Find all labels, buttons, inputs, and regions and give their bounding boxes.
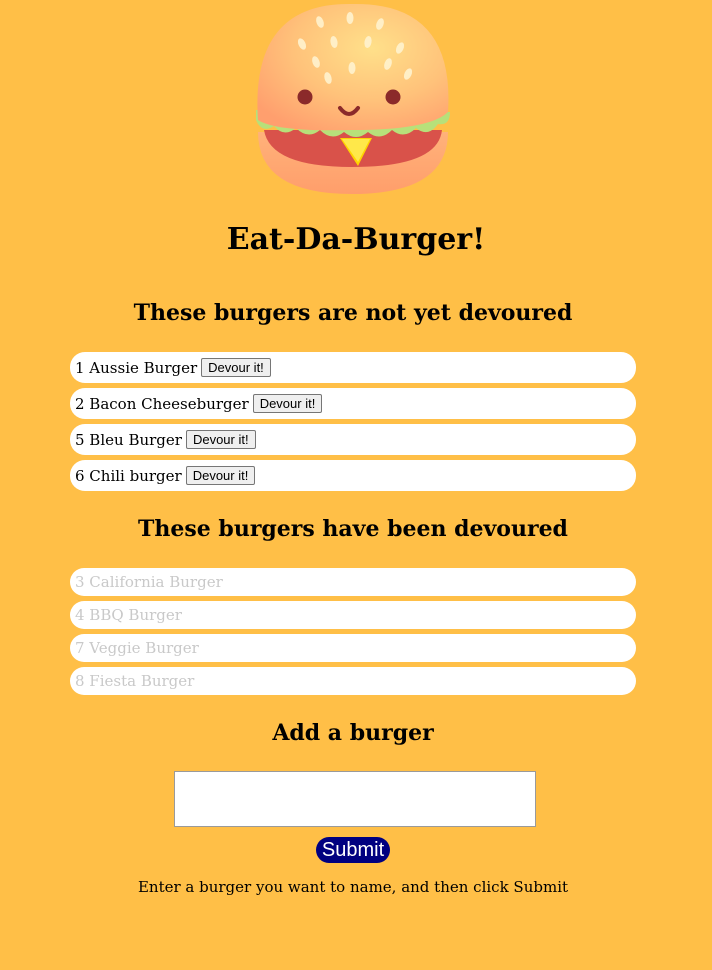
undevoured-list: 1 Aussie Burger Devour it! 2 Bacon Chees…	[70, 352, 636, 496]
devour-button[interactable]: Devour it!	[185, 430, 256, 449]
page-title: Eat-Da-Burger!	[226, 222, 486, 257]
instructions-text: Enter a burger you want to name, and the…	[137, 878, 569, 896]
list-item: 7 Veggie Burger	[70, 634, 636, 662]
list-item: 1 Aussie Burger Devour it!	[70, 352, 636, 383]
burger-name: 5 Bleu Burger	[75, 430, 182, 449]
burger-name: 8 Fiesta Burger	[75, 672, 195, 690]
add-burger-heading: Add a burger	[272, 720, 434, 746]
list-item: 5 Bleu Burger Devour it!	[70, 424, 636, 455]
devour-button[interactable]: Devour it!	[252, 394, 323, 413]
list-item: 8 Fiesta Burger	[70, 667, 636, 695]
devoured-heading: These burgers have been devoured	[138, 516, 568, 542]
list-item: 2 Bacon Cheeseburger Devour it!	[70, 388, 636, 419]
burger-name: 6 Chili burger	[75, 466, 182, 485]
burger-name: 1 Aussie Burger	[75, 358, 198, 377]
undevoured-heading: These burgers are not yet devoured	[133, 300, 573, 326]
devour-button[interactable]: Devour it!	[185, 466, 256, 485]
submit-button[interactable]: Submit	[316, 837, 390, 863]
burger-name: 2 Bacon Cheeseburger	[75, 394, 249, 413]
list-item: 3 California Burger	[70, 568, 636, 596]
burger-name: 4 BBQ Burger	[75, 606, 182, 624]
burger-name-input[interactable]	[174, 771, 536, 827]
list-item: 6 Chili burger Devour it!	[70, 460, 636, 491]
burger-name: 3 California Burger	[75, 573, 223, 591]
list-item: 4 BBQ Burger	[70, 601, 636, 629]
burger-mascot-icon	[256, 3, 450, 194]
devour-button[interactable]: Devour it!	[201, 358, 271, 377]
devoured-list: 3 California Burger 4 BBQ Burger 7 Veggi…	[70, 568, 636, 700]
burger-name: 7 Veggie Burger	[75, 639, 199, 657]
